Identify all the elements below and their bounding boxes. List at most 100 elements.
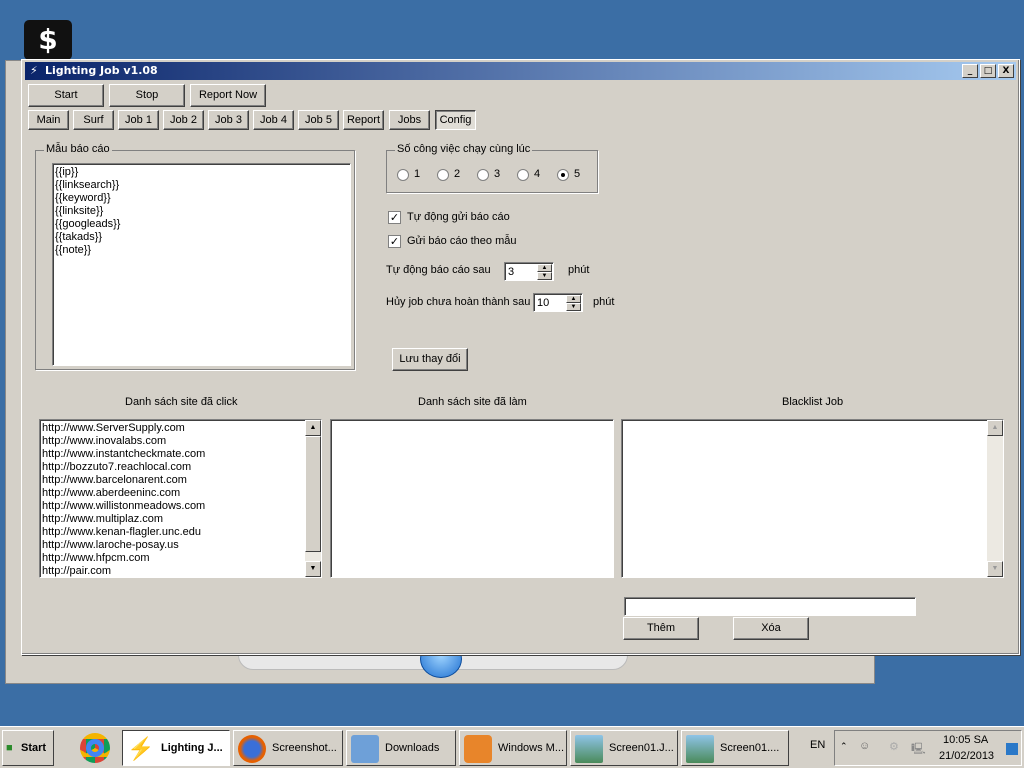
tray-icon[interactable]: ☺ — [859, 740, 870, 752]
scroll-up-icon[interactable]: ▲ — [305, 420, 321, 436]
close-button[interactable]: X — [998, 64, 1014, 78]
concurrency-group: Số công việc chạy cùng lúc 1 2 3 4 5 — [386, 143, 598, 193]
desktop-app-icon[interactable]: $ — [24, 20, 72, 60]
template-line[interactable]: {{linksearch}} — [53, 179, 350, 192]
clicked-site-item[interactable]: http://www.multiplaz.com — [40, 513, 321, 526]
blacklist-input[interactable] — [624, 597, 916, 616]
clicked-site-item[interactable]: http://www.inovalabs.com — [40, 435, 321, 448]
clock-time[interactable]: 10:05 SA — [943, 734, 988, 746]
template-line[interactable]: {{googleads}} — [53, 218, 350, 231]
clicked-site-item[interactable]: http://www.instantcheckmate.com — [40, 448, 321, 461]
template-line[interactable]: {{linksite}} — [53, 205, 350, 218]
taskbar-label: Screen01.J... — [609, 742, 674, 754]
save-changes-button[interactable]: Lưu thay đổi — [392, 348, 468, 371]
report-template-textarea[interactable]: {{ip}} {{linksearch}} {{keyword}} {{linksit… — [52, 163, 351, 366]
radio-2[interactable] — [437, 169, 449, 181]
title-bar[interactable]: ⚡ Lighting Job v1.08 _ □ X — [25, 62, 1016, 80]
image-icon — [686, 735, 714, 763]
tab-jobs[interactable]: Jobs — [389, 110, 430, 130]
clicked-site-item[interactable]: http://www.hfpcm.com — [40, 552, 321, 565]
maximize-button[interactable]: □ — [980, 64, 996, 78]
spin-up-icon[interactable]: ▲ — [537, 264, 552, 272]
firefox-icon — [238, 735, 266, 763]
main-window: ⚡ Lighting Job v1.08 _ □ X Start Stop Re… — [21, 59, 1020, 655]
spin-down-icon[interactable]: ▼ — [537, 272, 552, 280]
show-desktop-button[interactable] — [1006, 743, 1018, 755]
radio-1[interactable] — [397, 169, 409, 181]
report-now-button[interactable]: Report Now — [190, 84, 266, 107]
image-icon — [575, 735, 603, 763]
chrome-icon[interactable] — [80, 733, 110, 763]
start-label: Start — [21, 742, 47, 754]
taskbar-item-screen01-b[interactable]: Screen01.... — [681, 730, 789, 766]
clock-date[interactable]: 21/02/2013 — [939, 750, 994, 762]
minimize-button[interactable]: _ — [962, 64, 978, 78]
concurrency-label: Số công việc chạy cùng lúc — [395, 143, 533, 155]
taskbar-label: Screenshot... — [272, 742, 337, 754]
template-line[interactable]: {{note}} — [53, 244, 350, 257]
clicked-site-item[interactable]: http://pair.com — [40, 565, 321, 577]
network-icon[interactable]: 🖳 — [911, 740, 926, 759]
tab-job-1[interactable]: Job 1 — [118, 110, 159, 130]
clicked-site-item[interactable]: http://www.kenan-flagler.unc.edu — [40, 526, 321, 539]
clicked-site-item[interactable]: http://www.ServerSupply.com — [40, 422, 321, 435]
auto-send-label: Tự động gửi báo cáo — [407, 211, 510, 223]
clicked-site-item[interactable]: http://www.willistonmeadows.com — [40, 500, 321, 513]
taskbar-label: Screen01.... — [720, 742, 780, 754]
taskbar-item-downloads[interactable]: Downloads — [346, 730, 456, 766]
blacklist-list[interactable]: ▲ ▼ — [621, 419, 1004, 578]
tab-job-4[interactable]: Job 4 — [253, 110, 294, 130]
send-template-checkbox[interactable]: ✓ — [388, 235, 401, 248]
tab-main[interactable]: Main — [28, 110, 69, 130]
tab-config[interactable]: Config — [435, 110, 476, 130]
clicked-site-item[interactable]: http://www.aberdeeninc.com — [40, 487, 321, 500]
scrollbar[interactable]: ▲ ▼ — [305, 420, 321, 577]
taskbar-item-windows-media[interactable]: Windows M... — [459, 730, 567, 766]
radio-2-label: 2 — [454, 168, 461, 180]
radio-3[interactable] — [477, 169, 489, 181]
done-sites-list[interactable] — [330, 419, 614, 578]
start-button[interactable]: Start — [28, 84, 104, 107]
radio-5[interactable] — [557, 169, 569, 181]
report-template-label: Mẫu báo cáo — [44, 143, 112, 155]
auto-send-checkbox[interactable]: ✓ — [388, 211, 401, 224]
tab-job-5[interactable]: Job 5 — [298, 110, 339, 130]
tab-surf[interactable]: Surf — [73, 110, 114, 130]
clicked-site-item[interactable]: http://bozzuto7.reachlocal.com — [40, 461, 321, 474]
cancel-job-unit: phút — [593, 296, 615, 308]
radio-1-label: 1 — [414, 168, 421, 180]
auto-report-spinner[interactable]: 3 ▲ ▼ — [504, 262, 554, 281]
spin-down-icon[interactable]: ▼ — [566, 303, 581, 311]
template-line[interactable]: {{keyword}} — [53, 192, 350, 205]
action-center-icon[interactable]: ⚙ — [889, 740, 899, 753]
scroll-down-icon: ▼ — [987, 561, 1003, 577]
delete-button[interactable]: Xóa — [733, 617, 809, 640]
radio-4[interactable] — [517, 169, 529, 181]
scroll-down-icon[interactable]: ▼ — [305, 561, 321, 577]
show-hidden-icons[interactable]: ⌃ — [840, 741, 848, 752]
scroll-up-icon: ▲ — [987, 420, 1003, 436]
template-line[interactable]: {{ip}} — [53, 166, 350, 179]
language-indicator[interactable]: EN — [810, 739, 825, 751]
start-menu-button[interactable]: ■ Start — [2, 730, 54, 766]
clicked-site-item[interactable]: http://www.barcelonarent.com — [40, 474, 321, 487]
radio-4-label: 4 — [534, 168, 541, 180]
taskbar-item-screen01-a[interactable]: Screen01.J... — [570, 730, 678, 766]
template-line[interactable]: {{takads}} — [53, 231, 350, 244]
clicked-site-item[interactable]: http://www.laroche-posay.us — [40, 539, 321, 552]
taskbar-item-firefox[interactable]: Screenshot... — [233, 730, 343, 766]
spin-up-icon[interactable]: ▲ — [566, 295, 581, 303]
taskbar-item-lighting-job[interactable]: ⚡ Lighting J... — [122, 730, 230, 766]
add-button[interactable]: Thêm — [623, 617, 699, 640]
tab-report[interactable]: Report — [343, 110, 384, 130]
auto-report-label: Tự động báo cáo sau — [386, 264, 491, 276]
tab-job-2[interactable]: Job 2 — [163, 110, 204, 130]
tab-job-3[interactable]: Job 3 — [208, 110, 249, 130]
scroll-thumb[interactable] — [305, 436, 321, 552]
system-tray: ⌃ ☺ ⚙ 🖳 10:05 SA 21/02/2013 — [834, 730, 1022, 766]
cancel-job-spinner[interactable]: 10 ▲ ▼ — [533, 293, 583, 312]
stop-button[interactable]: Stop — [109, 84, 185, 107]
clicked-sites-list[interactable]: ▲ ▼ http://www.ServerSupply.com http://www… — [39, 419, 322, 578]
lightning-icon: ⚡ — [30, 64, 38, 77]
blacklist-header: Blacklist Job — [782, 396, 844, 408]
